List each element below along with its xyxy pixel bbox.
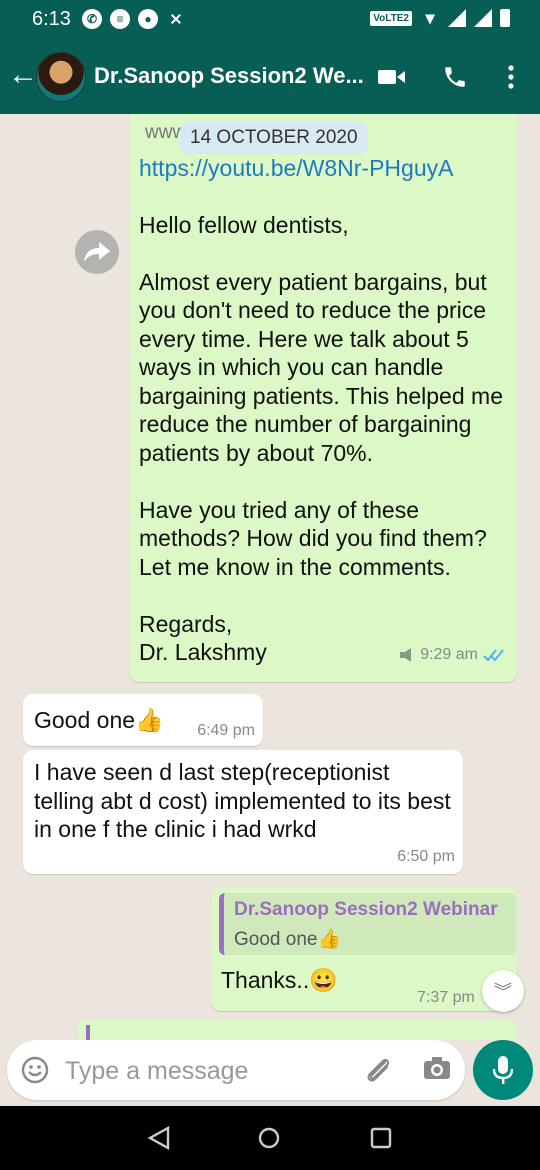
message-text: Hello fellow dentists, Almost every pati… <box>139 211 503 666</box>
message-bubble-incoming[interactable]: I have seen d last step(receptionist tel… <box>23 750 463 874</box>
nav-back-icon[interactable] <box>148 1126 170 1150</box>
message-link[interactable]: https://youtu.be/W8Nr-PHguyA <box>139 154 507 183</box>
chat-title[interactable]: Dr.Sanoop Session2 We... <box>94 63 364 89</box>
system-navigation-bar <box>0 1106 540 1170</box>
battery-icon <box>500 9 510 27</box>
message-meta: 9:29 am <box>399 646 505 664</box>
voice-call-icon[interactable] <box>440 62 470 92</box>
message-composer <box>7 1040 465 1100</box>
signal-icon <box>448 9 466 27</box>
attachment-icon[interactable] <box>363 1056 393 1084</box>
message-bubble-outgoing-partial[interactable] <box>78 1019 517 1040</box>
signal-icon-2 <box>474 9 492 27</box>
read-ticks-icon <box>483 649 504 662</box>
volte-badge: VoLTE2 <box>370 10 412 26</box>
mute-icon: ⨯ <box>169 11 183 28</box>
quote-bar <box>86 1025 90 1040</box>
speaker-icon <box>400 648 412 662</box>
chevrons-down-icon: ︾ <box>494 982 512 1002</box>
camera-icon[interactable] <box>423 1056 451 1080</box>
chat-area[interactable]: www https://youtu.be/W8Nr-PHguyA Hello f… <box>0 114 540 1040</box>
notification-icons: ✆ ≡ ● ⨯ <box>82 9 186 29</box>
message-text: Thanks..😀 <box>221 967 338 993</box>
emoji-icon[interactable] <box>21 1056 49 1084</box>
system-status: VoLTE2 ▾ <box>370 8 510 28</box>
message-bubble-outgoing[interactable]: www https://youtu.be/W8Nr-PHguyA Hello f… <box>129 114 517 682</box>
message-input[interactable] <box>63 1050 337 1092</box>
quoted-text: Good one👍 <box>234 929 342 950</box>
message-time: 6:50 pm <box>397 848 455 865</box>
more-options-icon[interactable] <box>496 62 526 92</box>
nav-home-icon[interactable] <box>258 1127 280 1149</box>
voice-record-button[interactable] <box>473 1040 533 1100</box>
chat-header: ← Dr.Sanoop Session2 We... <box>0 40 540 114</box>
whatsapp-notification-icon: ✆ <box>82 9 102 29</box>
message-text: I have seen d last step(receptionist tel… <box>34 759 451 842</box>
nav-recents-icon[interactable] <box>370 1127 392 1149</box>
forward-icon[interactable] <box>75 230 119 274</box>
avatar[interactable] <box>36 52 86 102</box>
status-time: 6:13 <box>32 8 71 30</box>
microphone-icon <box>492 1056 514 1084</box>
message-time: 6:49 pm <box>197 722 255 739</box>
status-bar: 6:13 ✆ ≡ ● ⨯ VoLTE2 ▾ <box>0 0 540 40</box>
quoted-message[interactable]: Dr.Sanoop Session2 Webinar Good one👍 <box>219 893 516 955</box>
scroll-to-bottom-button[interactable]: ︾ <box>482 970 524 1012</box>
message-bubble-incoming[interactable]: Good one👍 6:49 pm <box>23 694 263 746</box>
back-arrow-icon[interactable]: ← <box>8 58 38 92</box>
quoted-sender: Dr.Sanoop Session2 Webinar <box>234 899 498 920</box>
message-time: 9:29 am <box>420 646 478 663</box>
message-text: Good one👍 <box>34 707 164 733</box>
record-icon: ● <box>138 9 158 29</box>
wifi-icon: ▾ <box>425 7 435 28</box>
message-time: 7:37 pm <box>417 989 475 1006</box>
video-call-icon[interactable] <box>377 62 407 92</box>
message-notification-icon: ≡ <box>110 9 130 29</box>
message-bubble-outgoing[interactable]: Dr.Sanoop Session2 Webinar Good one👍 Tha… <box>211 887 517 1011</box>
date-separator: 14 OCTOBER 2020 <box>180 122 368 154</box>
